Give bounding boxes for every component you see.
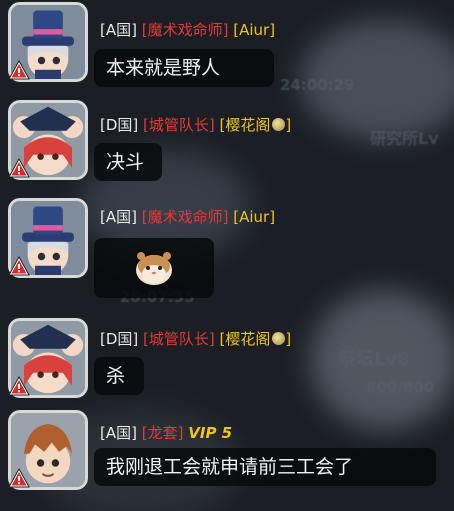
message-text: 本来就是野人 (106, 57, 221, 79)
player-name[interactable]: [樱花阁] (220, 330, 292, 348)
message-text: 决斗 (106, 151, 145, 173)
player-title[interactable]: [魔术戏命师] (142, 208, 229, 226)
guild-badge-icon (272, 332, 286, 345)
message-header: [A国] [魔术戏命师] [Aiur] (100, 208, 275, 226)
country-tag: [A国] (100, 21, 137, 39)
player-name[interactable]: [樱花阁] (220, 116, 292, 134)
message-bubble: 本来就是野人 (94, 49, 274, 87)
player-name[interactable]: [Aiur] (233, 21, 275, 39)
chat-panel: [A国] [魔术戏命师] [Aiur] 本来就是野人 [D国] [城管队长] [… (0, 0, 454, 511)
message-bubble (94, 238, 214, 298)
hamster-sticker-icon[interactable] (94, 238, 214, 298)
message-header: [A国] [龙套] VIP 5 (100, 424, 232, 442)
country-tag: [A国] (100, 424, 137, 442)
message-text: 我刚退工会就申请前三工会了 (106, 456, 354, 478)
warning-icon[interactable] (8, 158, 30, 178)
warning-icon[interactable] (8, 468, 30, 488)
player-title[interactable]: [城管队长] (143, 330, 215, 348)
message-header: [D国] [城管队长] [樱花阁] (100, 330, 291, 348)
warning-icon[interactable] (8, 376, 30, 396)
guild-badge-icon (272, 118, 286, 131)
country-tag: [D国] (100, 116, 139, 134)
message-bubble: 杀 (94, 357, 144, 395)
warning-icon[interactable] (8, 256, 30, 276)
warning-icon[interactable] (8, 60, 30, 80)
message-bubble: 我刚退工会就申请前三工会了 (94, 448, 436, 486)
message-bubble: 决斗 (94, 143, 162, 181)
player-name[interactable]: [Aiur] (233, 208, 275, 226)
message-text: 杀 (106, 365, 126, 387)
message-header: [D国] [城管队长] [樱花阁] (100, 116, 291, 134)
player-title[interactable]: [城管队长] (143, 116, 215, 134)
player-title[interactable]: [龙套] (142, 424, 184, 442)
country-tag: [D国] (100, 330, 139, 348)
message-header: [A国] [魔术戏命师] [Aiur] (100, 21, 275, 39)
country-tag: [A国] (100, 208, 137, 226)
player-title[interactable]: [魔术戏命师] (142, 21, 229, 39)
vip-badge: VIP 5 (188, 424, 233, 442)
